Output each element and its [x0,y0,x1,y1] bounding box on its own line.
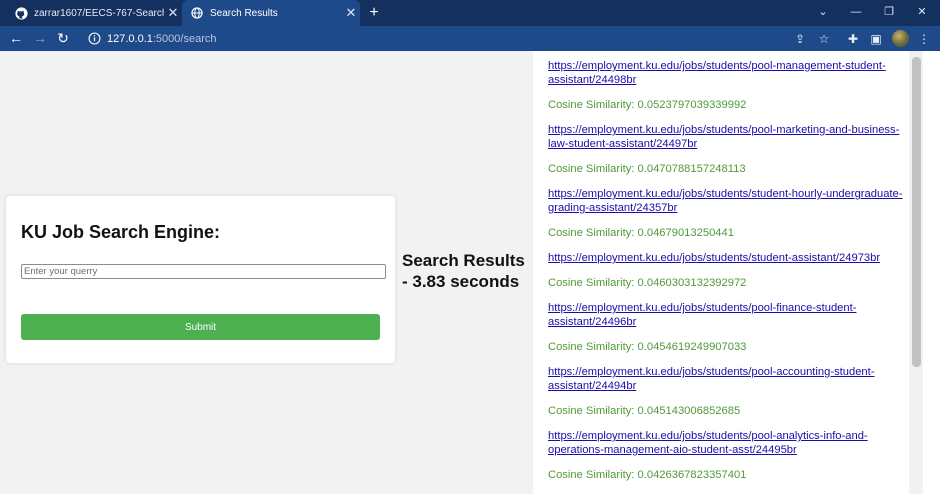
cosine-similarity: Cosine Similarity: 0.0470788157248113 [548,163,746,175]
url-path: :5000/search [152,32,217,45]
result-item: https://employment.ku.edu/jobs/students/… [548,365,903,418]
cosine-similarity: Cosine Similarity: 0.045143006852685 [548,405,741,417]
profile-avatar[interactable] [892,30,909,47]
bookmark-star-icon[interactable]: ☆ [814,29,834,49]
scrollbar-thumb[interactable] [912,57,921,367]
result-link[interactable]: https://employment.ku.edu/jobs/students/… [548,301,903,329]
result-link[interactable]: https://employment.ku.edu/jobs/students/… [548,123,903,151]
result-link[interactable]: https://employment.ku.edu/jobs/students/… [548,429,903,457]
reload-icon[interactable]: ↻ [53,29,73,49]
globe-icon [190,6,204,20]
search-input[interactable] [21,264,386,279]
address-bar[interactable]: 127.0.0.1:5000/search [80,28,842,49]
result-item: https://employment.ku.edu/jobs/students/… [548,123,903,176]
extensions-icon[interactable]: ✚ [843,29,863,49]
tab-search-icon[interactable]: ⌄ [806,0,840,26]
result-link[interactable]: https://employment.ku.edu/jobs/students/… [548,365,903,393]
close-tab-icon[interactable]: ✕ [164,5,182,21]
site-info-icon[interactable] [88,31,102,46]
submit-button[interactable]: Submit [21,314,380,340]
cosine-similarity: Cosine Similarity: 0.0454619249907033 [548,341,747,353]
restore-icon[interactable]: ❐ [872,0,906,26]
result-item: https://employment.ku.edu/jobs/students/… [548,429,903,482]
tab-github[interactable]: zarrar1607/EECS-767-Search-Eng ✕ [6,0,182,26]
github-icon [14,6,28,20]
page-right-edge [923,51,940,494]
result-item: https://employment.ku.edu/jobs/students/… [548,251,903,290]
result-item: https://employment.ku.edu/jobs/students/… [548,187,903,240]
cosine-similarity: Cosine Similarity: 0.0523797039339992 [548,99,747,111]
cosine-similarity: Cosine Similarity: 0.0426367823357401 [548,469,747,481]
cosine-similarity: Cosine Similarity: 0.0460303132392972 [548,277,747,289]
result-item: https://employment.ku.edu/jobs/students/… [548,301,903,354]
menu-icon[interactable]: ⋮ [914,29,934,49]
results-scrollbar[interactable] [909,51,923,494]
tab-strip: zarrar1607/EECS-767-Search-Eng ✕ Search … [0,0,940,26]
results-list: https://employment.ku.edu/jobs/students/… [548,59,903,493]
close-tab-icon[interactable]: ✕ [342,5,360,21]
page-title: KU Job Search Engine: [21,222,221,242]
share-icon[interactable]: ⇪ [790,29,810,49]
results-panel: https://employment.ku.edu/jobs/students/… [533,51,940,494]
result-link[interactable]: https://employment.ku.edu/jobs/students/… [548,59,903,87]
search-results-time: Search Results - 3.83 seconds [402,251,525,291]
browser-toolbar: ← → ↻ 127.0.0.1:5000/search ⇪ ☆ ✚ ▣ ⋮ [0,26,940,51]
result-link[interactable]: https://employment.ku.edu/jobs/students/… [548,251,903,265]
forward-icon[interactable]: → [30,29,50,49]
tab-search-results[interactable]: Search Results ✕ [182,0,360,26]
tab-title: Search Results [210,7,278,19]
cosine-similarity: Cosine Similarity: 0.04679013250441 [548,227,734,239]
tab-title: zarrar1607/EECS-767-Search-Eng [34,7,164,19]
minimize-icon[interactable]: — [839,0,873,26]
back-icon[interactable]: ← [6,29,26,49]
url-text: 127.0.0.1:5000/search [107,33,216,45]
side-panel-icon[interactable]: ▣ [866,29,886,49]
search-card: KU Job Search Engine: Submit [6,196,395,363]
result-link[interactable]: https://employment.ku.edu/jobs/students/… [548,187,903,215]
new-tab-icon[interactable]: + [364,3,384,23]
close-window-icon[interactable]: ✕ [905,0,939,26]
url-host: 127.0.0.1 [107,32,153,45]
result-item: https://employment.ku.edu/jobs/students/… [548,59,903,112]
